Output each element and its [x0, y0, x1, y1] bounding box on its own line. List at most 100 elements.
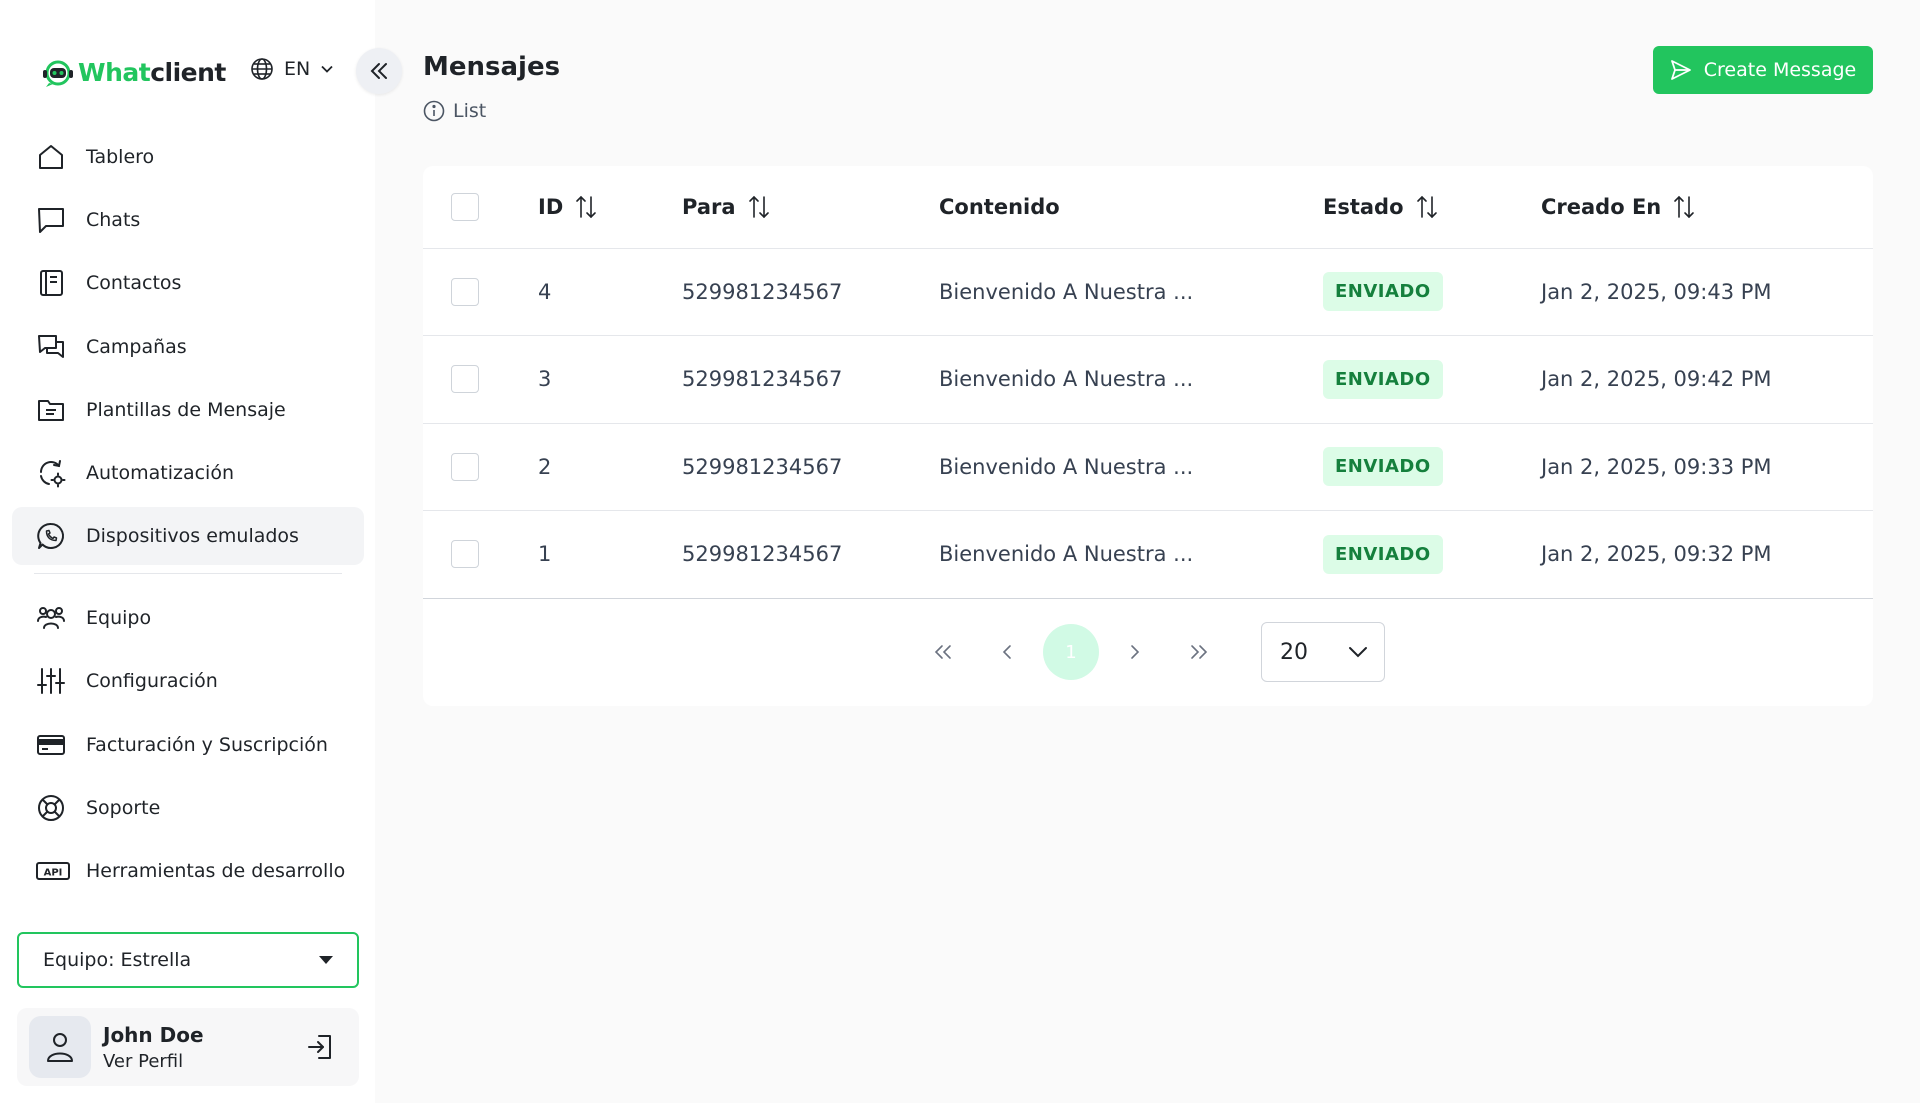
cell-content: Bienvenido A Nuestra ...	[939, 335, 1323, 424]
previous-page-button[interactable]	[979, 624, 1035, 680]
column-header-creado-en[interactable]: Creado En	[1541, 195, 1873, 219]
column-label: Para	[682, 194, 736, 219]
cell-to: 529981234567	[682, 335, 939, 424]
next-page-button[interactable]	[1107, 624, 1163, 680]
sidebar-item-herramientas[interactable]: API Herramientas de desarrollo	[12, 842, 364, 900]
sort-icon	[576, 195, 597, 218]
column-header-para[interactable]: Para	[682, 195, 939, 219]
last-page-button[interactable]	[1171, 624, 1227, 680]
table-header-row: ID Para Contenido Estado Creado En	[423, 166, 1873, 249]
svg-text:API: API	[44, 867, 63, 878]
sidebar-item-label: Herramientas de desarrollo	[86, 859, 346, 882]
create-message-button[interactable]: Create Message	[1653, 46, 1873, 94]
column-label: ID	[538, 194, 564, 219]
chevron-left-icon	[1002, 645, 1011, 659]
sidebar-item-label: Plantillas de Mensaje	[86, 398, 286, 421]
table-row[interactable]: 4 529981234567 Bienvenido A Nuestra ... …	[423, 248, 1873, 336]
row-checkbox[interactable]	[451, 540, 479, 569]
cell-created: Jan 2, 2025, 09:33 PM	[1541, 423, 1873, 511]
row-checkbox[interactable]	[451, 365, 479, 394]
select-all-checkbox[interactable]	[451, 192, 479, 221]
sidebar-item-label: Facturación y Suscripción	[86, 733, 328, 756]
table-row[interactable]: 2 529981234567 Bienvenido A Nuestra ... …	[423, 423, 1873, 511]
sidebar-item-plantillas[interactable]: Plantillas de Mensaje	[12, 381, 364, 439]
info-icon	[423, 100, 445, 122]
row-checkbox[interactable]	[451, 452, 479, 481]
logout-icon[interactable]	[305, 1032, 335, 1062]
cell-content: Bienvenido A Nuestra ...	[939, 248, 1323, 336]
language-code: EN	[284, 58, 311, 80]
cell-created: Jan 2, 2025, 09:43 PM	[1541, 248, 1873, 336]
sidebar-item-label: Contactos	[86, 272, 182, 295]
chevron-down-icon	[321, 65, 333, 73]
sidebar-item-configuracion[interactable]: Configuración	[12, 652, 364, 710]
sidebar-item-automatizacion[interactable]: Automatización	[12, 444, 364, 502]
sort-icon	[1416, 195, 1437, 218]
page-title: Mensajes	[423, 52, 561, 82]
robot-logo-icon	[43, 60, 73, 87]
collapse-sidebar-button[interactable]	[356, 48, 402, 94]
avatar	[29, 1016, 91, 1078]
cell-id: 4	[538, 248, 682, 336]
first-page-button[interactable]	[915, 624, 971, 680]
table-row[interactable]: 3 529981234567 Bienvenido A Nuestra ... …	[423, 335, 1873, 424]
sidebar-divider	[34, 573, 342, 575]
sidebar-item-chats[interactable]: Chats	[12, 191, 364, 249]
sidebar-item-equipo[interactable]: Equipo	[12, 589, 364, 647]
create-message-label: Create Message	[1703, 59, 1857, 81]
subtitle-text: List	[453, 100, 487, 122]
chat-icon	[38, 208, 64, 234]
lifebuoy-icon	[38, 794, 64, 821]
main-content: Mensajes List Create Message ID Para Con…	[375, 0, 1920, 1103]
cell-created: Jan 2, 2025, 09:42 PM	[1541, 335, 1873, 424]
team-select[interactable]: Equipo: Estrella	[17, 932, 359, 988]
globe-icon	[251, 58, 273, 80]
column-label: Creado En	[1541, 194, 1662, 219]
status-badge: ENVIADO	[1323, 272, 1443, 312]
team-select-value: Equipo: Estrella	[43, 949, 192, 971]
messages-table-card: ID Para Contenido Estado Creado En 4 529…	[423, 166, 1873, 706]
chevrons-left-icon	[934, 645, 951, 659]
profile-card[interactable]: John Doe Ver Perfil	[17, 1008, 359, 1086]
cell-id: 3	[538, 335, 682, 424]
credit-card-icon	[37, 734, 65, 755]
sidebar-item-campanas[interactable]: Campañas	[12, 318, 364, 376]
team-icon	[37, 607, 65, 630]
api-icon: API	[36, 861, 70, 880]
sidebar-item-label: Equipo	[86, 607, 152, 630]
sliders-icon	[37, 668, 65, 695]
user-icon	[47, 1033, 73, 1062]
cell-created: Jan 2, 2025, 09:32 PM	[1541, 510, 1873, 599]
column-header-estado[interactable]: Estado	[1323, 195, 1541, 219]
column-label: Estado	[1323, 194, 1404, 219]
chevron-down-icon	[1349, 647, 1367, 658]
current-page-button[interactable]: 1	[1043, 624, 1099, 680]
sidebar-item-facturacion[interactable]: Facturación y Suscripción	[12, 716, 364, 774]
status-badge: ENVIADO	[1323, 359, 1443, 399]
sidebar: What client EN Tablero Chats Contactos Ca…	[0, 0, 375, 1103]
sidebar-nav: Tablero Chats Contactos Campañas Plantil…	[12, 128, 364, 905]
column-label: Contenido	[939, 194, 1060, 219]
chevrons-left-icon	[370, 63, 387, 79]
sidebar-item-label: Chats	[86, 209, 141, 232]
sidebar-item-dispositivos[interactable]: Dispositivos emulados	[12, 507, 364, 566]
row-checkbox[interactable]	[451, 277, 479, 306]
cell-content: Bienvenido A Nuestra ...	[939, 423, 1323, 511]
sidebar-item-tablero[interactable]: Tablero	[12, 128, 364, 186]
pagination: 1 20	[423, 622, 1873, 682]
brand-name-part2: client	[150, 57, 226, 87]
messages-table: ID Para Contenido Estado Creado En 4 529…	[423, 166, 1873, 599]
sidebar-item-label: Soporte	[86, 796, 161, 819]
table-row[interactable]: 1 529981234567 Bienvenido A Nuestra ... …	[423, 510, 1873, 599]
language-selector[interactable]: EN	[250, 57, 334, 81]
contacts-icon	[40, 270, 63, 297]
view-profile-link[interactable]: Ver Perfil	[103, 1051, 305, 1072]
column-header-id[interactable]: ID	[538, 195, 682, 219]
home-icon	[39, 145, 63, 169]
page-size-select[interactable]: 20	[1261, 622, 1385, 682]
cell-to: 529981234567	[682, 510, 939, 599]
sort-icon	[748, 195, 769, 218]
sidebar-item-soporte[interactable]: Soporte	[12, 779, 364, 837]
brand-logo[interactable]: What client	[40, 57, 226, 87]
sidebar-item-contactos[interactable]: Contactos	[12, 254, 364, 312]
